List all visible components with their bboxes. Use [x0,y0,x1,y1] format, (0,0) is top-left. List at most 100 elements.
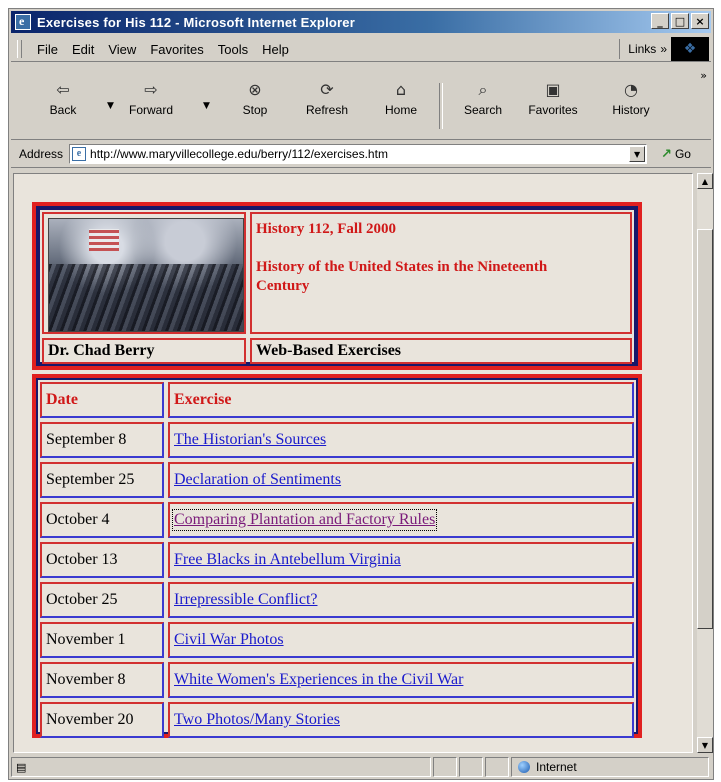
exercise-link[interactable]: Civil War Photos [174,631,284,649]
menu-edit[interactable]: Edit [65,40,101,59]
page-icon: e [72,147,87,161]
table-row: October 25 Irrepressible Conflict? [40,582,634,618]
page-subtitle: Web-Based Exercises [256,342,402,359]
menu-help[interactable]: Help [255,40,296,59]
page-content: History 112, Fall 2000 History of the Un… [13,173,693,753]
menu-tools[interactable]: Tools [211,40,255,59]
window-controls: _ □ × [651,13,709,29]
photo-cell [42,212,246,334]
schedule-table-inner: Date Exercise September 8 The Historian'… [38,380,636,738]
security-zone-pane: Internet [511,757,709,777]
exercise-link[interactable]: Comparing Plantation and Factory Rules [171,509,438,531]
date-cell: October 25 [40,582,164,618]
exercise-date: October 4 [46,511,110,528]
scroll-thumb[interactable] [697,229,713,629]
back-button[interactable]: ⇦ Back [33,79,93,117]
links-toolbar[interactable]: Links » [619,39,667,59]
exercise-date: September 25 [46,471,135,488]
minimize-button[interactable]: _ [651,13,669,29]
forward-button[interactable]: ⇨ Forward [121,79,181,117]
vertical-scrollbar[interactable]: ▲ ▼ [697,173,713,753]
address-bar: Address e http://www.maryvillecollege.ed… [11,141,711,168]
subtitle-cell: Web-Based Exercises [250,338,632,364]
scroll-up-icon[interactable]: ▲ [697,173,713,189]
column-header-exercise: Exercise [168,382,634,418]
date-cell: September 8 [40,422,164,458]
home-label: Home [384,103,417,117]
address-dropdown-icon[interactable]: ▼ [629,146,646,162]
address-input[interactable]: e http://www.maryvillecollege.edu/berry/… [69,144,648,164]
course-title: History of the United States in the Nine… [256,259,548,294]
table-row: November 1 Civil War Photos [40,622,634,658]
security-zone-label: Internet [536,760,577,774]
menu-file[interactable]: File [30,40,65,59]
exercise-cell: White Women's Experiences in the Civil W… [168,662,634,698]
go-button[interactable]: ↗ Go [661,147,691,162]
exercise-link[interactable]: Irrepressible Conflict? [174,591,318,609]
favorites-label: Favorites [528,103,578,117]
back-dropdown-icon[interactable]: ▼ [107,101,114,111]
internet-zone-icon [518,761,530,773]
civil-war-battle-image [48,218,244,332]
close-button[interactable]: × [691,13,709,29]
windows-flag-icon: ❖ [683,41,697,57]
status-pane [485,757,509,777]
table-row: September 25 Declaration of Sentiments [40,462,634,498]
windows-logo-throbber: ❖ [671,37,709,61]
date-cell: November 1 [40,622,164,658]
exercise-date: November 1 [46,631,126,648]
date-cell: November 20 [40,702,164,738]
scroll-down-icon[interactable]: ▼ [697,737,713,753]
menu-bar: File Edit View Favorites Tools Help Link… [11,37,711,62]
menu-grip[interactable] [17,40,22,58]
refresh-button[interactable]: ⟳ Refresh [297,79,357,117]
status-text-pane: ▤ [11,757,431,777]
exercise-cell: The Historian's Sources [168,422,634,458]
exercise-cell: Comparing Plantation and Factory Rules [168,502,634,538]
table-row: September 8 The Historian's Sources [40,422,634,458]
exercise-link[interactable]: Free Blacks in Antebellum Virginia [174,551,401,569]
exercise-cell: Irrepressible Conflict? [168,582,634,618]
address-url[interactable]: http://www.maryvillecollege.edu/berry/11… [90,147,388,161]
status-pane [459,757,483,777]
go-label: Go [674,147,691,161]
maximize-button[interactable]: □ [671,13,689,29]
forward-dropdown-icon[interactable]: ▼ [203,101,210,111]
toolbar-chevron-icon[interactable]: » [700,69,707,82]
menu-favorites[interactable]: Favorites [143,40,210,59]
home-button[interactable]: ⌂ Home [371,79,431,117]
instructor-name: Dr. Chad Berry [48,342,155,359]
favorites-button[interactable]: ▣ Favorites [523,79,583,117]
exercise-date: September 8 [46,431,127,448]
back-arrow-icon: ⇦ [56,80,70,99]
date-cell: October 13 [40,542,164,578]
menu-view[interactable]: View [101,40,143,59]
exercise-cell: Two Photos/Many Stories [168,702,634,738]
go-arrow-icon: ↗ [661,146,672,162]
history-button[interactable]: ◔ History [601,79,661,117]
address-label: Address [19,147,64,161]
links-label: Links [628,42,657,56]
exercise-link[interactable]: Declaration of Sentiments [174,471,341,489]
header-table: History 112, Fall 2000 History of the Un… [32,202,642,370]
exercise-date: November 8 [46,671,126,688]
course-number: History 112, Fall 2000 [256,221,396,237]
home-icon: ⌂ [395,80,407,99]
exercise-date: October 13 [46,551,118,568]
stop-icon: ⊗ [248,80,262,99]
instructor-cell: Dr. Chad Berry [42,338,246,364]
search-button[interactable]: ⌕ Search [453,79,513,117]
column-header-date: Date [40,382,164,418]
exercise-link[interactable]: Two Photos/Many Stories [174,711,340,729]
title-bar[interactable]: Exercises for His 112 - Microsoft Intern… [11,11,711,33]
search-icon: ⌕ [478,80,488,99]
search-label: Search [463,103,503,117]
exercise-cell: Civil War Photos [168,622,634,658]
exercise-link[interactable]: White Women's Experiences in the Civil W… [174,671,463,689]
course-cell: History 112, Fall 2000 History of the Un… [250,212,632,334]
back-label: Back [49,103,77,117]
exercise-header-label: Exercise [174,391,232,408]
exercise-link[interactable]: The Historian's Sources [174,431,326,449]
stop-button[interactable]: ⊗ Stop [225,79,285,117]
status-pane [433,757,457,777]
